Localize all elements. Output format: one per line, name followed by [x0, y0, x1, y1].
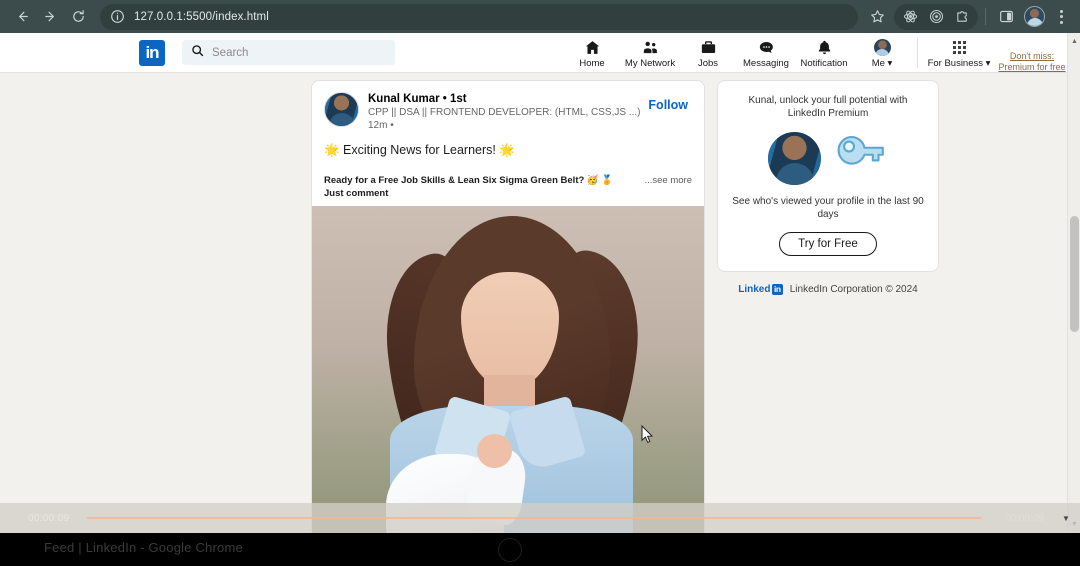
page-content: Kunal Kumar • 1st CPP || DSA || FRONTEND…: [0, 72, 1080, 552]
linkedin-mini-logo: Linked in: [738, 284, 783, 295]
page-scrollbar[interactable]: ▲ ▼: [1067, 33, 1080, 566]
post-text-row: Ready for a Free Job Skills & Lean Six S…: [324, 174, 692, 200]
key-icon: [831, 131, 888, 186]
nav-label-for-business: For Business ▾: [927, 58, 991, 69]
mouse-cursor: [641, 424, 654, 444]
profile-avatar[interactable]: [1024, 6, 1045, 27]
home-icon: [584, 38, 601, 57]
target-icon[interactable]: [923, 4, 949, 30]
reload-icon[interactable]: [64, 3, 92, 31]
post-author-meta: Kunal Kumar • 1st CPP || DSA || FRONTEND…: [368, 92, 648, 132]
back-arrow-icon[interactable]: [8, 3, 36, 31]
linkedin-logo[interactable]: in: [139, 39, 165, 66]
premium-headline: Kunal, unlock your full potential with L…: [748, 95, 908, 119]
see-more-link[interactable]: ...see more: [644, 174, 692, 187]
window-titlebar: Feed | LinkedIn - Google Chrome: [0, 533, 1080, 566]
star-icon[interactable]: [864, 4, 890, 30]
follow-button[interactable]: Follow: [648, 92, 692, 112]
sidebar-footer: Linked in LinkedIn Corporation © 2024: [717, 284, 939, 295]
search-input[interactable]: Search: [182, 40, 395, 65]
nav-item-messaging[interactable]: Messaging: [737, 38, 795, 72]
site-info-icon[interactable]: [110, 9, 125, 24]
premium-visual: [732, 131, 924, 186]
nav-item-me[interactable]: Me ▾: [853, 38, 911, 72]
forward-arrow-icon[interactable]: [36, 3, 64, 31]
post-author-name[interactable]: Kunal Kumar • 1st: [368, 92, 648, 106]
nav-label-notification: Notification: [800, 58, 848, 69]
post-text: Ready for a Free Job Skills & Lean Six S…: [324, 175, 614, 199]
nav-divider: [917, 37, 918, 68]
linkedin-navbar: in Search Home My Network Jobs Messaging…: [0, 33, 1080, 72]
premium-avatar: [768, 132, 821, 185]
search-icon: [191, 44, 204, 62]
me-avatar-icon: [873, 38, 891, 57]
puzzle-icon[interactable]: [949, 4, 975, 30]
linkedin-in-box: in: [771, 284, 783, 295]
linkedin-wordmark: Linked: [738, 284, 771, 295]
nav-label-home: Home: [579, 58, 605, 69]
browser-toolbar: 127.0.0.1:5500/index.html: [0, 0, 1080, 33]
nav-items: Home My Network Jobs Messaging Notificat…: [563, 33, 1080, 72]
recorder-elapsed: 00:00:09: [28, 512, 70, 524]
nav-item-notification[interactable]: Notification: [795, 38, 853, 72]
nav-item-jobs[interactable]: Jobs: [679, 38, 737, 72]
search-placeholder: Search: [212, 46, 249, 59]
recorder-toolbar: 00:00:09 00:00:09 ▼: [0, 503, 1080, 533]
premium-card: Kunal, unlock your full potential with L…: [717, 80, 939, 272]
window-title: Feed | LinkedIn - Google Chrome: [44, 540, 243, 555]
scroll-up-arrow[interactable]: ▲: [1068, 35, 1080, 48]
nav-label-my-network: My Network: [624, 58, 676, 69]
side-panel-icon[interactable]: [993, 4, 1019, 30]
copyright-text: LinkedIn Corporation © 2024: [789, 284, 918, 295]
message-icon: [758, 38, 775, 57]
recorder-elapsed-right: 00:00:09: [1005, 512, 1044, 524]
post-card: Kunal Kumar • 1st CPP || DSA || FRONTEND…: [311, 80, 705, 552]
sidebar-column: Kunal, unlock your full potential with L…: [717, 80, 939, 295]
feed-column: Kunal Kumar • 1st CPP || DSA || FRONTEND…: [311, 80, 705, 552]
post-timestamp: 12m •: [368, 120, 394, 131]
extensions-group: [894, 3, 978, 30]
grid-icon: [952, 38, 966, 57]
nav-label-jobs: Jobs: [697, 58, 719, 69]
nav-item-home[interactable]: Home: [563, 38, 621, 72]
briefcase-icon: [700, 38, 717, 57]
people-icon: [642, 38, 659, 57]
page-viewport: in Search Home My Network Jobs Messaging…: [0, 33, 1080, 566]
post-headline: 🌟 Exciting News for Learners! 🌟: [324, 143, 515, 157]
toolbar-divider: [985, 8, 986, 25]
premium-promo-link[interactable]: Don't miss: Premium for free: [998, 51, 1066, 72]
post-body: 🌟 Exciting News for Learners! 🌟 Ready fo…: [312, 136, 704, 206]
avatar[interactable]: [324, 92, 359, 127]
try-for-free-button[interactable]: Try for Free: [779, 232, 877, 256]
post-header: Kunal Kumar • 1st CPP || DSA || FRONTEND…: [312, 81, 704, 136]
kebab-menu-icon[interactable]: [1050, 4, 1072, 30]
post-photo[interactable]: [312, 206, 704, 551]
nav-label-me: Me ▾: [871, 58, 893, 69]
recorder-progress-track[interactable]: [87, 517, 982, 519]
scrollbar-thumb[interactable]: [1070, 216, 1079, 332]
address-bar[interactable]: 127.0.0.1:5500/index.html: [100, 3, 858, 30]
nav-item-for-business[interactable]: For Business ▾: [924, 38, 994, 72]
post-author-headline: CPP || DSA || FRONTEND DEVELOPER: (HTML,…: [368, 107, 641, 118]
bell-icon: [816, 38, 833, 57]
nav-item-my-network[interactable]: My Network: [621, 38, 679, 72]
atom-icon[interactable]: [897, 4, 923, 30]
chevron-down-icon[interactable]: ▼: [1058, 514, 1074, 523]
nav-label-messaging: Messaging: [743, 58, 789, 69]
premium-description: See who's viewed your profile in the las…: [732, 196, 924, 220]
screen-root: 127.0.0.1:5500/index.html in Search Home…: [0, 0, 1080, 566]
address-bar-url: 127.0.0.1:5500/index.html: [134, 10, 269, 23]
record-button[interactable]: [498, 538, 522, 562]
